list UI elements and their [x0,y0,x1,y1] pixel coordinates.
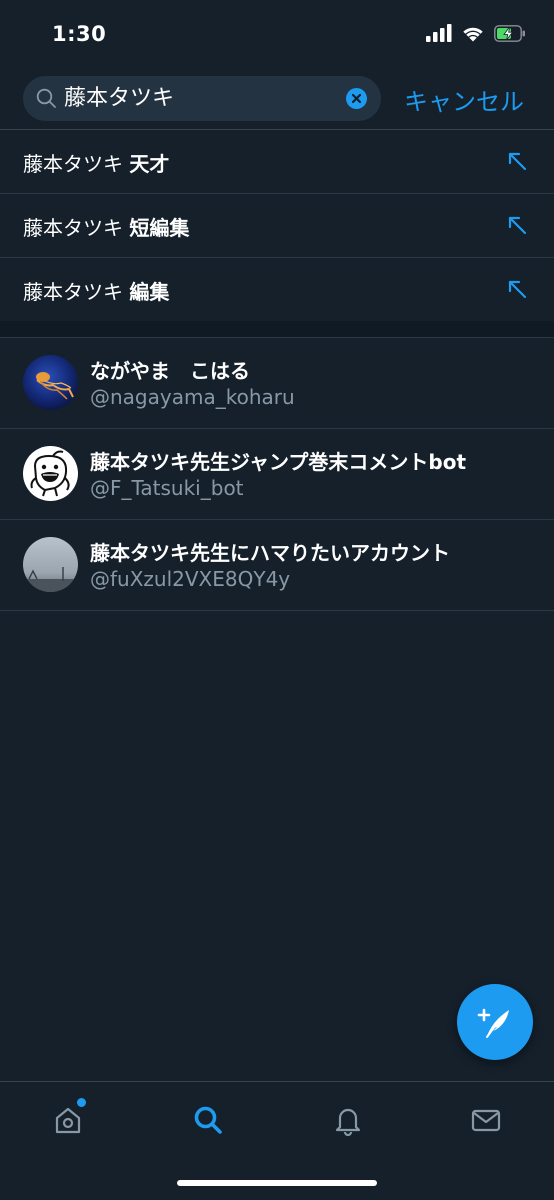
suggestion-suffix: 短編集 [129,216,190,240]
home-icon [55,1107,81,1134]
sky-photo-avatar-image [23,537,78,592]
suggestion-item[interactable]: 藤本タツキ 短編集 [0,194,554,258]
avatar[interactable] [23,446,78,501]
compose-tweet-button[interactable] [457,984,533,1060]
wifi-icon [463,27,483,42]
search-icon [194,1106,222,1134]
search-icon [36,88,56,108]
clear-search-button[interactable] [346,88,367,109]
status-bar: 1:30 [0,0,554,70]
suggestion-prefix: 藤本タツキ [23,216,130,240]
user-handle: @F_Tatsuki_bot [90,476,244,500]
search-box[interactable] [23,76,381,121]
tab-messages[interactable] [466,1100,506,1140]
battery-charging-icon [494,24,525,42]
user-name: 藤本タツキ先生ジャンプ巻末コメントbot [90,450,467,474]
search-suggestions: 藤本タツキ 天才 藤本タツキ 短編集 藤本タツキ 編集 [0,130,554,322]
fill-query-arrow-icon[interactable] [508,152,528,172]
suggestion-text: 藤本タツキ 編集 [23,276,169,305]
user-name: 藤本タツキ先生にハマりたいアカウント [90,541,450,565]
suggestion-suffix: 編集 [129,280,170,304]
avatar[interactable] [23,537,78,592]
user-handle: @nagayama_koharu [90,385,295,409]
tab-notifications[interactable] [328,1100,368,1140]
search-input[interactable] [64,76,324,121]
suggestion-suffix: 天才 [129,152,170,176]
suggestion-text: 藤本タツキ 短編集 [23,212,189,241]
bell-icon [335,1108,361,1136]
cartoon-character-avatar-image [23,446,78,501]
signal-icon [426,24,452,42]
screen: 1:30 藤本タツキ キャンセル 藤本タツキ 天才 藤本タツキ 短編集 藤本タツ… [0,0,554,1200]
user-result-row[interactable]: ながやま こはる @nagayama_koharu [0,338,554,429]
avatar[interactable] [23,355,78,410]
suggestion-prefix: 藤本タツキ [23,152,130,176]
suggestion-prefix: 藤本タツキ [23,280,130,304]
tab-home[interactable] [48,1098,88,1140]
clear-icon [351,93,362,104]
user-result-row[interactable]: 藤本タツキ先生にハマりたいアカウント @fuXzul2VXE8QY4y [0,520,554,611]
suggestion-item[interactable]: 藤本タツキ 天才 [0,130,554,194]
user-result-row[interactable]: 藤本タツキ先生ジャンプ巻末コメントbot @F_Tatsuki_bot [0,429,554,520]
search-header: キャンセル [0,76,554,130]
compose-feather-icon [477,1008,509,1038]
jellyfish-avatar-image [23,355,78,410]
status-time: 1:30 [52,22,107,46]
suggestion-item[interactable]: 藤本タツキ 編集 [0,258,554,322]
suggestion-text: 藤本タツキ 天才 [23,148,169,177]
user-handle: @fuXzul2VXE8QY4y [90,567,291,591]
tab-search[interactable] [188,1100,228,1140]
user-results: ながやま こはる @nagayama_koharu 藤本タツキ先生ジャンプ巻末コ… [0,338,554,611]
new-content-badge [77,1098,86,1107]
section-divider [0,321,554,338]
home-indicator [177,1180,377,1186]
mail-icon [471,1109,501,1132]
fill-query-arrow-icon[interactable] [508,216,528,236]
cancel-button[interactable]: キャンセル [404,82,524,117]
fill-query-arrow-icon[interactable] [508,280,528,300]
status-icons [426,24,526,42]
user-name: ながやま こはる [90,359,250,383]
